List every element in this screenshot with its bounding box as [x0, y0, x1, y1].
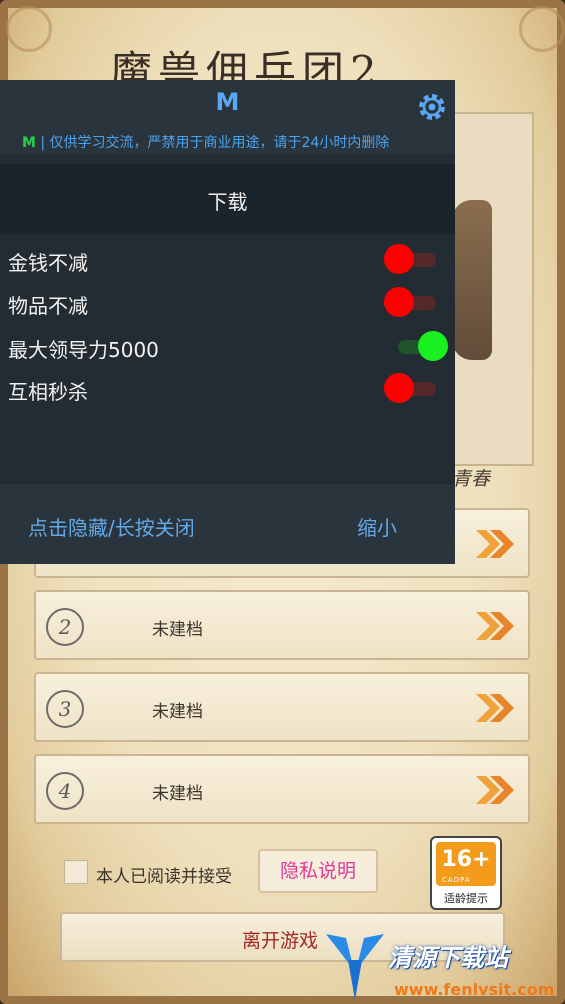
mod-menu-header: M M | 仅供学习交流，严禁用于商业用途，请于24小时内删除: [0, 80, 455, 154]
toggle-knob: [384, 373, 414, 403]
option-oneshot-label: 互相秒杀: [8, 380, 88, 404]
slot-label: 未建档: [152, 784, 203, 804]
option-money-label: 金钱不减: [8, 251, 88, 275]
slot-number-badge: 3: [46, 690, 84, 728]
mod-menu-footer: 点击隐藏/长按关闭 缩小: [0, 484, 455, 564]
save-slot-4[interactable]: 4 未建档: [34, 754, 530, 824]
mod-menu-logo: M: [215, 88, 240, 116]
hide-close-button[interactable]: 点击隐藏/长按关闭: [28, 512, 195, 541]
toggle-oneshot[interactable]: [384, 373, 440, 403]
gear-icon[interactable]: [415, 90, 449, 124]
mod-menu-panel: M M | 仅供学习交流，严禁用于商业用途，请于24小时内删除 下载 金钱不减 …: [0, 80, 455, 564]
toggle-items[interactable]: [384, 287, 440, 317]
toggle-knob: [384, 244, 414, 274]
slot-label: 未建档: [152, 620, 203, 640]
option-leadership-label: 最大领导力5000: [8, 338, 159, 362]
agree-checkbox[interactable]: [64, 860, 88, 884]
site-url: www.fenlvsit.com: [394, 980, 555, 999]
site-logo-icon: [326, 934, 384, 1000]
slot-number-badge: 2: [46, 608, 84, 646]
notice-text: | 仅供学习交流，严禁用于商业用途，请于24小时内删除: [35, 135, 390, 151]
toggle-leadership[interactable]: [392, 331, 448, 361]
tab-download[interactable]: 下载: [0, 164, 455, 234]
save-slot-3[interactable]: 3 未建档: [34, 672, 530, 742]
slot-label: 未建档: [152, 702, 203, 722]
toggle-knob: [384, 287, 414, 317]
age-tip-label: 适龄提示: [444, 892, 488, 905]
age-rating-org: CADPA: [442, 876, 471, 884]
leave-game-label: 离开游戏: [242, 930, 319, 952]
enter-arrow-icon: [476, 776, 514, 804]
toggle-knob: [418, 331, 448, 361]
privacy-button[interactable]: 隐私说明: [258, 849, 378, 893]
enter-arrow-icon: [476, 530, 514, 558]
disclaimer-notice: M | 仅供学习交流，严禁用于商业用途，请于24小时内删除: [22, 132, 389, 152]
toggle-money[interactable]: [384, 244, 440, 274]
enter-arrow-icon: [476, 612, 514, 640]
agree-label: 本人已阅读并接受: [96, 867, 232, 887]
tab-label: 下载: [207, 190, 248, 214]
hero-portrait: [452, 200, 492, 360]
notice-prefix: M: [22, 135, 36, 151]
enter-arrow-icon: [476, 694, 514, 722]
age-rating-badge[interactable]: 16+ CADPA 适龄提示: [430, 836, 502, 910]
hero-caption: 青春: [452, 468, 491, 490]
slot-number-badge: 4: [46, 772, 84, 810]
minimize-button[interactable]: 缩小: [357, 512, 397, 541]
save-slot-2[interactable]: 2 未建档: [34, 590, 530, 660]
site-name: 清源下载站: [388, 944, 508, 972]
corner-ornament: [519, 6, 565, 52]
site-watermark: 清源下载站 www.fenlvsit.com: [320, 928, 554, 1004]
option-items-label: 物品不减: [8, 294, 88, 318]
corner-ornament: [6, 6, 52, 52]
